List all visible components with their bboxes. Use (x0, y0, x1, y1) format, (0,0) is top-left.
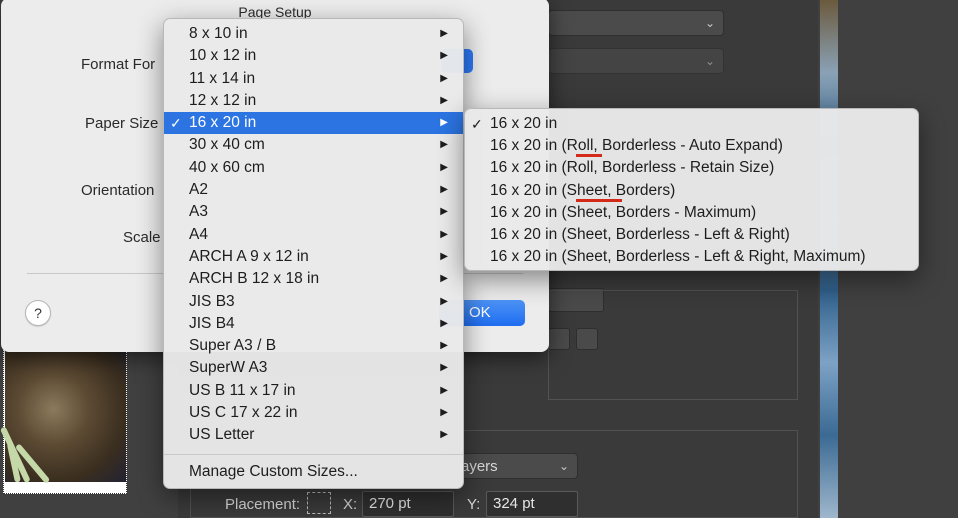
layout-section (548, 290, 798, 400)
placement-label: Placement: (225, 496, 301, 513)
paper-size-item-label: US C 17 x 22 in (189, 404, 298, 422)
submenu-arrow-icon: ▶ (440, 50, 448, 62)
paper-size-item-label: 40 x 60 cm (189, 158, 265, 176)
paper-size-item[interactable]: ✓ 16 x 20 in ▶ (164, 112, 463, 135)
paper-size-item-label: 11 x 14 in (189, 69, 256, 87)
print-layers-dropdown[interactable]: ayers ⌄ (446, 453, 578, 479)
paper-variant-label: 16 x 20 in (Roll, Borderless - Retain Si… (490, 159, 775, 177)
format-for-label: Format For (81, 56, 156, 73)
submenu-arrow-icon: ▶ (440, 384, 448, 396)
paper-size-item[interactable]: 11 x 14 in ▶ (164, 68, 463, 90)
submenu-arrow-icon: ▶ (440, 295, 448, 307)
paper-variant-item[interactable]: 16 x 20 in (Sheet, Borderless - Left & R… (465, 246, 918, 268)
paper-variant-item[interactable]: 16 x 20 in (Sheet, Borders) (465, 180, 918, 202)
paper-variant-item[interactable]: 16 x 20 in (Sheet, Borderless - Left & R… (465, 224, 918, 246)
paper-size-item-label: JIS B3 (189, 292, 235, 310)
submenu-arrow-icon: ▶ (440, 250, 448, 262)
paper-size-item[interactable]: SuperW A3 ▶ (164, 357, 463, 379)
chevron-down-icon: ⌄ (704, 16, 715, 30)
submenu-arrow-icon: ▶ (440, 228, 448, 240)
checkmark-icon: ✓ (471, 116, 483, 132)
paper-size-item-label: A3 (189, 203, 208, 221)
paper-size-item-label: A2 (189, 181, 208, 199)
submenu-arrow-icon: ▶ (440, 206, 448, 218)
submenu-arrow-icon: ▶ (440, 429, 448, 441)
paper-size-item[interactable]: Super A3 / B ▶ (164, 335, 463, 357)
printer-dropdown[interactable]: ⌄ (548, 10, 724, 36)
paper-size-item-label: Super A3 / B (189, 337, 277, 355)
paper-size-item-label: ARCH B 12 x 18 in (189, 270, 320, 288)
chevron-down-icon: ⌄ (704, 54, 715, 68)
paper-size-menu: 8 x 10 in ▶ 10 x 12 in ▶ 11 x 14 in ▶ 12 x 12 … (163, 18, 464, 489)
paper-size-item[interactable]: US Letter ▶ (164, 424, 463, 446)
annotation-underline-sheet (576, 199, 622, 202)
paper-size-item-label: 12 x 12 in (189, 91, 257, 109)
paper-size-item[interactable]: A3 ▶ (164, 201, 463, 223)
paper-size-item[interactable]: US C 17 x 22 in ▶ (164, 402, 463, 424)
paper-variant-label: 16 x 20 in (Sheet, Borders - Maximum) (490, 203, 757, 221)
paper-variant-item[interactable]: 16 x 20 in (Roll, Borderless - Auto Expa… (465, 135, 918, 157)
annotation-underline-roll (576, 154, 602, 157)
paper-size-item[interactable]: 10 x 12 in ▶ (164, 45, 463, 67)
x-position-input[interactable]: 270 pt (362, 491, 454, 517)
paper-size-item[interactable]: JIS B4 ▶ (164, 313, 463, 335)
paper-size-item-label: 10 x 12 in (189, 47, 257, 65)
submenu-arrow-icon: ▶ (440, 161, 448, 173)
paper-variant-item[interactable]: ✓ 16 x 20 in (465, 113, 918, 135)
orientation-label: Orientation (81, 182, 155, 199)
paper-variant-label: 16 x 20 in (Sheet, Borderless - Left & R… (490, 248, 866, 266)
paper-size-submenu: ✓ 16 x 20 in 16 x 20 in (Roll, Borderless … (464, 108, 919, 271)
submenu-arrow-icon: ▶ (440, 317, 448, 329)
menu-separator (164, 453, 463, 455)
y-label: Y: (467, 496, 481, 513)
submenu-arrow-icon: ▶ (440, 72, 448, 84)
submenu-arrow-icon: ▶ (440, 407, 448, 419)
submenu-arrow-icon: ▶ (440, 94, 448, 106)
paper-size-item-label: 16 x 20 in (189, 114, 257, 132)
placement-grid-icon[interactable] (307, 492, 331, 514)
paper-variant-label: 16 x 20 in (490, 115, 558, 132)
scale-label: Scale (123, 229, 161, 246)
paper-size-item[interactable]: 40 x 60 cm ▶ (164, 157, 463, 179)
paper-size-item-label: SuperW A3 (189, 359, 268, 377)
paper-size-item-label: A4 (189, 225, 208, 243)
help-button[interactable]: ? (25, 300, 51, 326)
paper-size-item-label: US Letter (189, 426, 255, 444)
paper-variant-label: 16 x 20 in (Sheet, Borderless - Left & R… (490, 225, 790, 243)
paper-variant-item[interactable]: 16 x 20 in (Roll, Borderless - Retain Si… (465, 157, 918, 179)
submenu-arrow-icon: ▶ (440, 184, 448, 196)
y-position-input[interactable]: 324 pt (486, 491, 578, 517)
chevron-down-icon: ⌄ (558, 459, 569, 473)
submenu-arrow-icon: ▶ (440, 362, 448, 374)
paper-variant-item[interactable]: 16 x 20 in (Sheet, Borders - Maximum) (465, 202, 918, 224)
paper-size-item[interactable]: ARCH A 9 x 12 in ▶ (164, 246, 463, 268)
checkmark-icon: ✓ (170, 115, 182, 132)
paper-size-item[interactable]: 8 x 10 in ▶ (164, 23, 463, 45)
printer-setup-dropdown[interactable]: ⌄ (548, 48, 724, 74)
paper-size-item-label: US B 11 x 17 in (189, 381, 296, 399)
x-label: X: (343, 496, 358, 513)
paper-size-item[interactable]: 12 x 12 in ▶ (164, 90, 463, 112)
print-layers-value: ayers (461, 458, 498, 475)
paper-size-item-label: 30 x 40 cm (189, 136, 265, 154)
submenu-arrow-icon: ▶ (440, 117, 448, 129)
submenu-arrow-icon: ▶ (440, 273, 448, 285)
submenu-arrow-icon: ▶ (440, 340, 448, 352)
paper-size-item[interactable]: ARCH B 12 x 18 in ▶ (164, 268, 463, 290)
print-preview-image (0, 350, 126, 484)
paper-variant-label: 16 x 20 in (Sheet, Borders) (490, 181, 676, 199)
paper-size-item[interactable]: US B 11 x 17 in ▶ (164, 380, 463, 402)
manage-custom-sizes-item[interactable]: Manage Custom Sizes... (164, 461, 463, 483)
paper-size-label: Paper Size (85, 115, 159, 132)
paper-size-item-label: JIS B4 (189, 314, 235, 332)
paper-size-item[interactable]: A4 ▶ (164, 224, 463, 246)
paper-size-item[interactable]: JIS B3 ▶ (164, 291, 463, 313)
paper-variant-label: 16 x 20 in (Roll, Borderless - Auto Expa… (490, 137, 783, 155)
submenu-arrow-icon: ▶ (440, 139, 448, 151)
paper-size-item-label: ARCH A 9 x 12 in (189, 247, 309, 265)
submenu-arrow-icon: ▶ (440, 28, 448, 39)
paper-size-item[interactable]: A2 ▶ (164, 179, 463, 201)
paper-size-item-label: 8 x 10 in (189, 25, 248, 42)
paper-size-item[interactable]: 30 x 40 cm ▶ (164, 134, 463, 156)
